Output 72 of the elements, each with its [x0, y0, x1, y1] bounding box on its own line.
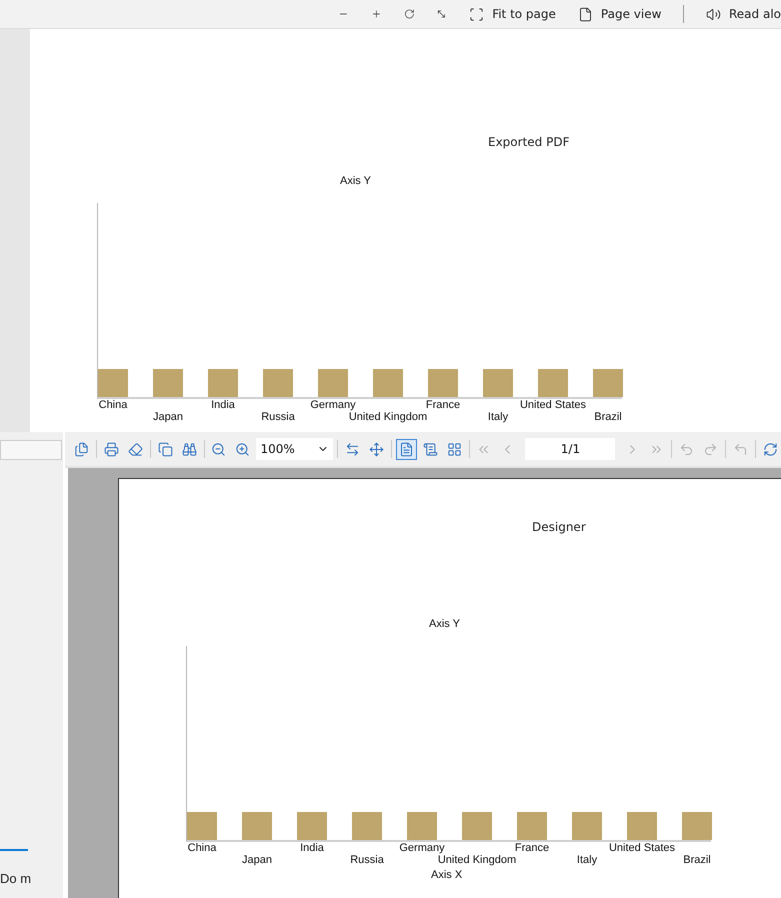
single-page-icon: [398, 442, 414, 456]
page-title: Designer: [532, 520, 586, 534]
axis-label: Axis Y: [429, 618, 460, 630]
chart-bar: [297, 812, 327, 840]
back-icon: [733, 442, 748, 456]
speaker-icon: [706, 6, 721, 22]
category-label: India: [211, 399, 235, 411]
chart-bar: [538, 369, 568, 397]
category-label: United States: [608, 842, 676, 854]
zoom-select[interactable]: 100%: [256, 438, 333, 460]
chart-bar: [428, 369, 458, 397]
category-label: China: [188, 842, 216, 854]
category-label: Germany: [310, 399, 356, 411]
category-label: Japan: [242, 854, 272, 866]
page-view-button[interactable]: Page view: [578, 6, 662, 22]
frame-icon: [469, 6, 484, 22]
chart-bar: [682, 812, 712, 840]
axis-label: Axis X: [431, 869, 462, 881]
chart-bar: [373, 369, 403, 397]
chart-bar: [153, 369, 183, 397]
read-aloud-button[interactable]: Read alo: [706, 6, 781, 22]
page-number-field[interactable]: 1/1: [525, 438, 616, 460]
chart-bar: [242, 812, 272, 840]
zoom-out-icon: [211, 442, 226, 456]
chart-bar: [517, 812, 547, 840]
fit-page-icon: [368, 442, 384, 456]
chart-bar: [572, 812, 602, 840]
copy-icon: [158, 442, 173, 456]
chart-bar: [263, 369, 293, 397]
category-label: Italy: [488, 411, 508, 423]
axis-label: Axis Y: [340, 175, 371, 187]
category-label: Russia: [261, 411, 295, 423]
eraser-icon: [128, 442, 143, 456]
print-icon: [104, 442, 119, 456]
continuous-pages-icon: [422, 442, 438, 456]
fit-to-page-button[interactable]: Fit to page: [469, 6, 556, 22]
category-label: Brazil: [683, 854, 711, 866]
category-label: United Kingdom: [348, 411, 428, 423]
page-title: Exported PDF: [488, 135, 570, 149]
input-field[interactable]: [0, 440, 62, 460]
chart-bar: [318, 369, 348, 397]
chart-bar: [627, 812, 657, 840]
panel-text: Do m: [0, 871, 32, 886]
category-label: France: [514, 842, 550, 854]
redo-icon: [703, 442, 718, 456]
chart-bar: [98, 369, 128, 397]
chart-bar: [593, 369, 623, 397]
category-label: United States: [520, 399, 586, 411]
chart-bar: [208, 369, 238, 397]
category-label: United Kingdom: [438, 854, 516, 866]
category-label: Italy: [576, 854, 598, 866]
page-icon: [578, 6, 593, 22]
find-icon: [182, 442, 197, 456]
fit-width-icon: [344, 442, 360, 456]
category-label: Japan: [153, 411, 183, 423]
chart-bar: [483, 369, 513, 397]
pages-icon: [74, 442, 89, 456]
zoom-in-icon: [235, 442, 250, 456]
category-label: France: [426, 399, 460, 411]
category-label: India: [300, 842, 324, 854]
chart-bar: [462, 812, 492, 840]
category-label: China: [98, 399, 128, 411]
chart-bar: [187, 812, 217, 840]
single-page-button[interactable]: [396, 438, 417, 460]
category-label: Brazil: [594, 411, 622, 423]
undo-icon: [679, 442, 694, 456]
category-label: Germany: [399, 842, 445, 854]
chart-bar: [352, 812, 382, 840]
refresh-icon: [762, 442, 778, 456]
chart-bar: [407, 812, 437, 840]
grid-icon: [446, 442, 462, 456]
category-label: Russia: [350, 854, 384, 866]
